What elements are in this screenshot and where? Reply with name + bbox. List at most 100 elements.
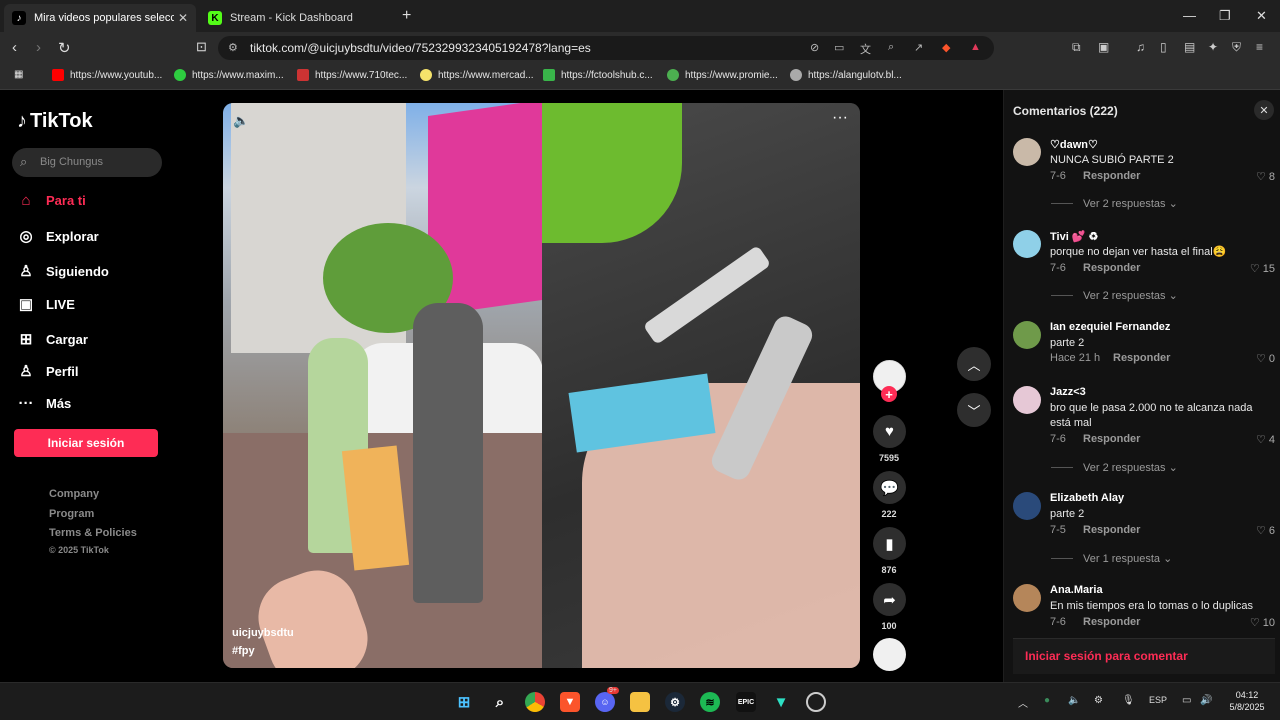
- minimize-icon[interactable]: —: [1183, 8, 1196, 23]
- search-icon[interactable]: ⌕: [490, 692, 510, 712]
- like-comment[interactable]: ♡ 8: [1256, 170, 1275, 183]
- avatar[interactable]: [1013, 386, 1041, 414]
- comment-author[interactable]: Elizabeth Alay: [1050, 492, 1124, 504]
- bookmark-icon[interactable]: ⊡: [196, 39, 207, 55]
- windows-start-icon[interactable]: ⊞: [454, 692, 474, 712]
- brave-icon[interactable]: ▼: [560, 692, 580, 712]
- nav-live[interactable]: ▣ LIVE: [17, 295, 75, 313]
- reply-button[interactable]: Responder: [1083, 170, 1140, 182]
- extensions-icon[interactable]: ⧉: [1072, 40, 1081, 55]
- share-icon[interactable]: ↗: [914, 41, 923, 54]
- sidebar-icon[interactable]: ▯: [1160, 40, 1167, 54]
- view-replies[interactable]: Ver 1 respuesta ⌄: [1051, 552, 1172, 565]
- nav-mas[interactable]: ··· Más: [17, 395, 72, 412]
- new-tab-button[interactable]: +: [402, 7, 411, 25]
- sound-avatar[interactable]: [873, 638, 906, 671]
- file-explorer-icon[interactable]: [630, 692, 650, 712]
- close-window-icon[interactable]: ✕: [1256, 8, 1267, 24]
- comment-login-bar[interactable]: Iniciar sesión para comentar: [1013, 638, 1275, 674]
- obs-icon[interactable]: [806, 692, 826, 712]
- volume-icon[interactable]: 🔈: [233, 113, 249, 129]
- wallet-icon[interactable]: ▤: [1184, 40, 1195, 54]
- avatar[interactable]: [1013, 492, 1041, 520]
- login-button[interactable]: Iniciar sesión: [14, 429, 158, 457]
- forward-icon[interactable]: ›: [36, 39, 41, 56]
- network-icon[interactable]: ▭: [1182, 695, 1191, 706]
- apps-icon[interactable]: ▦: [14, 69, 23, 80]
- avatar[interactable]: [1013, 321, 1041, 349]
- view-replies[interactable]: Ver 2 respuestas ⌄: [1051, 461, 1178, 474]
- comment-author[interactable]: Jazz<3: [1050, 386, 1086, 398]
- nav-perfil[interactable]: ♙ Perfil: [17, 362, 78, 380]
- cast-icon[interactable]: ▭: [834, 41, 844, 54]
- address-bar[interactable]: ⚙ tiktok.com/@uicjuybsdtu/video/75232993…: [218, 36, 994, 60]
- screenshot-icon[interactable]: ▣: [1098, 40, 1109, 54]
- site-info-icon[interactable]: ⚙: [228, 41, 238, 54]
- vpn-icon[interactable]: ⛨: [1232, 40, 1241, 55]
- footer-program[interactable]: Program: [49, 508, 94, 520]
- next-video-button[interactable]: ﹀: [957, 393, 991, 427]
- zoom-icon[interactable]: ⌕: [888, 41, 894, 54]
- reply-button[interactable]: Responder: [1083, 262, 1140, 274]
- reply-button[interactable]: Responder: [1083, 524, 1140, 536]
- search-input[interactable]: ⌕ Big Chungus: [12, 148, 162, 177]
- comment-author[interactable]: Ana.Maria: [1050, 584, 1103, 596]
- brave-rewards-icon[interactable]: ▲: [970, 41, 981, 53]
- like-comment[interactable]: ♡ 6: [1256, 524, 1275, 537]
- reply-button[interactable]: Responder: [1083, 433, 1140, 445]
- discord-icon[interactable]: ☺: [595, 692, 615, 712]
- comment-login-prompt[interactable]: Iniciar sesión para comentar: [1025, 649, 1188, 663]
- view-replies[interactable]: Ver 2 respuestas ⌄: [1051, 289, 1178, 302]
- tab-kick[interactable]: K Stream - Kick Dashboard: [200, 4, 396, 32]
- close-comments-button[interactable]: ✕: [1254, 100, 1274, 120]
- bookmark-item[interactable]: https://fctoolshub.c...: [543, 69, 653, 81]
- video-username[interactable]: uicjuybsdtu: [232, 627, 294, 639]
- nav-cargar[interactable]: ⊞ Cargar: [17, 330, 88, 348]
- bookmark-item[interactable]: https://www.youtub...: [52, 69, 162, 81]
- chevron-up-icon[interactable]: ︿: [1018, 695, 1028, 710]
- epic-games-icon[interactable]: EPIC: [736, 692, 756, 712]
- like-comment[interactable]: ♡ 4: [1256, 433, 1275, 446]
- video-hashtag[interactable]: #fpy: [232, 645, 255, 657]
- volume-icon[interactable]: 🔈: [1068, 695, 1080, 706]
- avatar[interactable]: [1013, 230, 1041, 258]
- like-comment[interactable]: ♡ 10: [1250, 616, 1275, 629]
- microphone-icon[interactable]: 🎙: [1122, 695, 1135, 706]
- nav-siguiendo[interactable]: ♙ Siguiendo: [17, 262, 109, 280]
- like-comment[interactable]: ♡ 0: [1256, 352, 1275, 365]
- back-icon[interactable]: ‹: [12, 39, 17, 56]
- reply-button[interactable]: Responder: [1083, 616, 1140, 628]
- bookmark-item[interactable]: https://www.promie...: [667, 69, 778, 81]
- steam-tray-icon[interactable]: ⚙: [1094, 695, 1103, 706]
- reply-button[interactable]: Responder: [1113, 352, 1170, 364]
- music-icon[interactable]: ♫: [1136, 40, 1145, 54]
- follow-plus-icon[interactable]: +: [881, 386, 897, 402]
- like-comment[interactable]: ♡ 15: [1250, 262, 1275, 275]
- comment-author[interactable]: Tivi 💕 ♻: [1050, 230, 1098, 243]
- nav-explorar[interactable]: ◎ Explorar: [17, 227, 98, 245]
- vpn-app-icon[interactable]: ▼: [771, 692, 791, 712]
- comment-button[interactable]: 💬: [873, 471, 906, 504]
- avatar[interactable]: [1013, 584, 1041, 612]
- app-tray-icon[interactable]: ●: [1044, 695, 1050, 706]
- share-button[interactable]: ➦: [873, 583, 906, 616]
- bookmark-item[interactable]: https://www.710tec...: [297, 69, 407, 81]
- video-player[interactable]: 🔈 ··· uicjuybsdtu #fpy: [223, 103, 860, 668]
- save-button[interactable]: ▮: [873, 527, 906, 560]
- view-replies[interactable]: Ver 2 respuestas ⌄: [1051, 197, 1178, 210]
- language-indicator[interactable]: ESP: [1149, 695, 1167, 705]
- more-options-icon[interactable]: ···: [832, 109, 848, 127]
- bookmark-item[interactable]: https://alangulotv.bl...: [790, 69, 902, 81]
- chrome-icon[interactable]: [525, 692, 545, 712]
- spotify-icon[interactable]: ≋: [700, 692, 720, 712]
- close-tab-icon[interactable]: ✕: [178, 11, 188, 25]
- maximize-icon[interactable]: ❐: [1219, 8, 1231, 24]
- avatar[interactable]: [1013, 138, 1041, 166]
- system-clock[interactable]: 04:12 5/8/2025: [1222, 689, 1272, 713]
- brave-shield-icon[interactable]: ◆: [942, 41, 950, 54]
- leo-icon[interactable]: ✦: [1208, 40, 1218, 54]
- reload-icon[interactable]: ↻: [58, 39, 71, 57]
- like-button[interactable]: ♥: [873, 415, 906, 448]
- previous-video-button[interactable]: ︿: [957, 347, 991, 381]
- footer-company[interactable]: Company: [49, 488, 99, 500]
